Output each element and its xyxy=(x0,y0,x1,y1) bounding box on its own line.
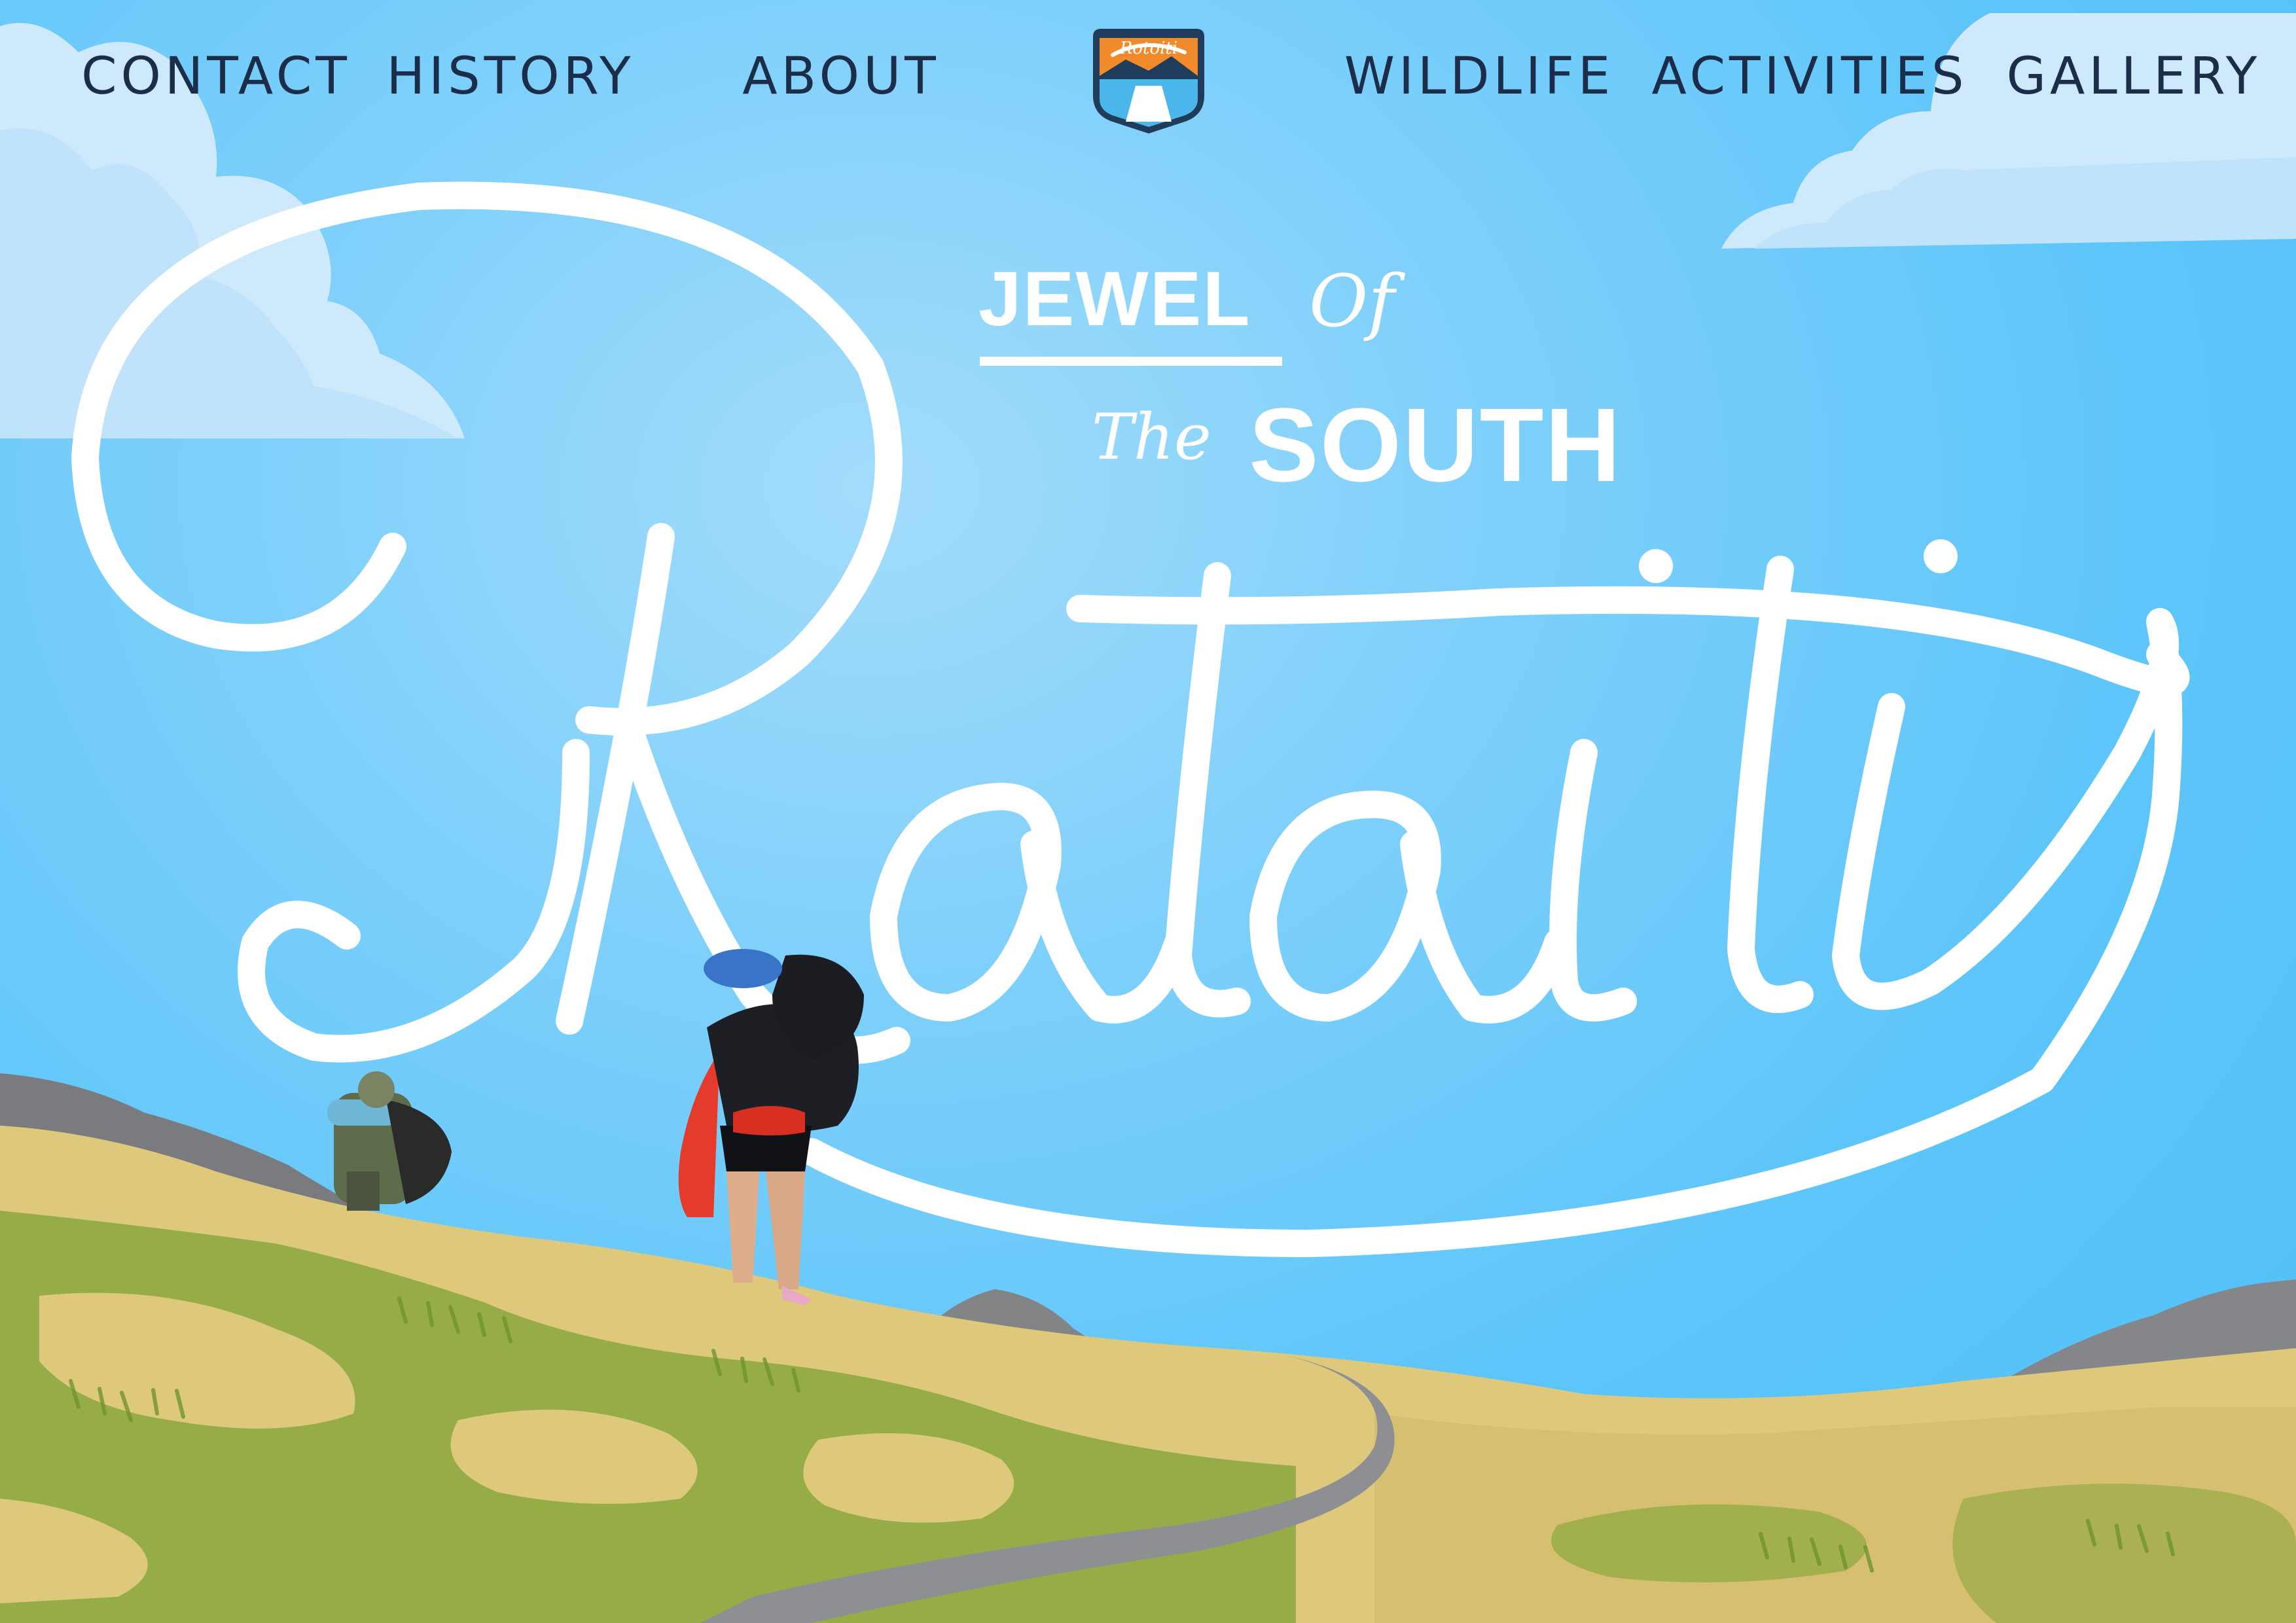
landing-page: CONTACT HISTORY ABOUT Rotoiti WILDLIFE A… xyxy=(0,0,2296,1623)
tagline-the: The xyxy=(1092,401,1211,474)
logo-text: Rotoiti xyxy=(1119,39,1177,58)
nav-contact[interactable]: CONTACT xyxy=(81,41,347,113)
nav-history[interactable]: HISTORY xyxy=(386,41,630,113)
tagline-of: Of xyxy=(1309,259,1395,343)
nav-wildlife[interactable]: WILDLIFE xyxy=(1344,41,1610,113)
background-scene xyxy=(0,13,2296,1623)
hiker-small xyxy=(327,1071,452,1211)
rotoiti-script-dots xyxy=(1639,539,1958,583)
tagline-south: SOUTH xyxy=(1249,386,1622,503)
nav-gallery[interactable]: GALLERY xyxy=(2007,41,2257,113)
rotoiti-logo[interactable]: Rotoiti xyxy=(1086,24,1211,135)
nav-activities[interactable]: ACTIVITIES xyxy=(1652,41,1964,113)
rotoiti-script xyxy=(71,181,2190,1257)
nav-about[interactable]: ABOUT xyxy=(742,41,936,113)
tagline-jewel: JEWEL xyxy=(978,256,1251,342)
tagline-underline xyxy=(980,357,1282,366)
